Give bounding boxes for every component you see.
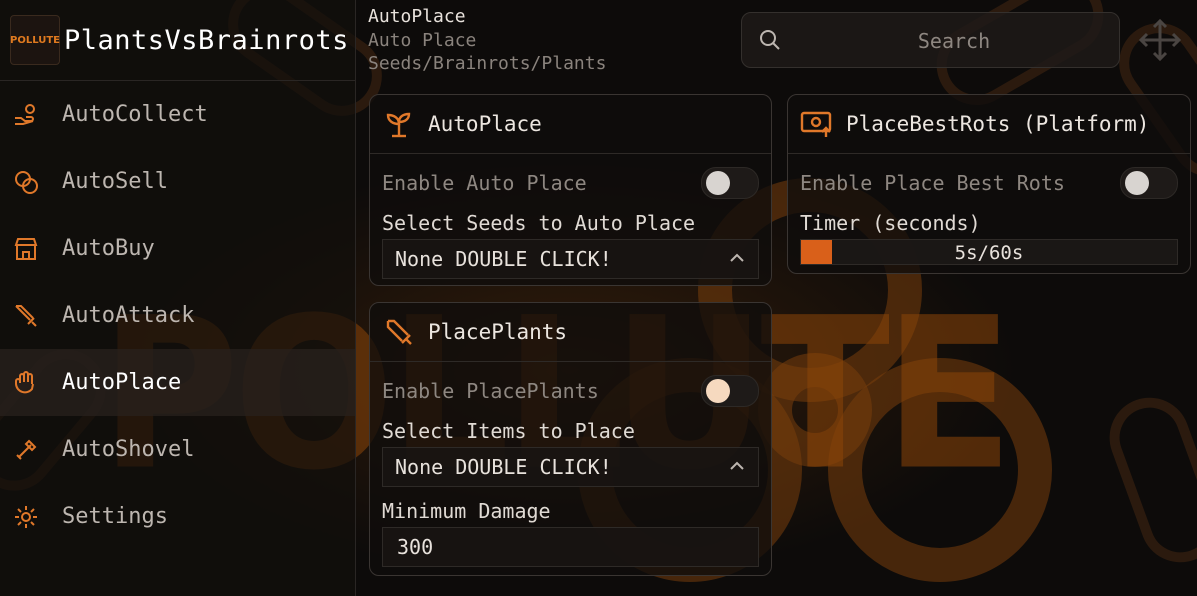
sidebar-item-label: AutoSell bbox=[62, 169, 168, 194]
dropdown-value: None DOUBLE CLICK! bbox=[395, 247, 612, 271]
enable-auto-place-label: Enable Auto Place bbox=[382, 171, 587, 195]
card-title: AutoPlace bbox=[428, 112, 542, 136]
autoplace-card: AutoPlace Enable Auto Place Select Seeds… bbox=[369, 94, 772, 286]
sidebar-item-label: AutoBuy bbox=[62, 236, 155, 261]
hand-icon bbox=[12, 369, 40, 397]
sidebar-item-label: AutoCollect bbox=[62, 102, 208, 127]
placeplants-card: PlacePlants Enable PlacePlants Select It… bbox=[369, 302, 772, 576]
sidebar-item-autoshovel[interactable]: AutoShovel bbox=[0, 416, 355, 483]
sword-icon bbox=[382, 315, 416, 349]
sidebar-nav: AutoCollect AutoSell AutoBuy AutoAttack … bbox=[0, 81, 355, 550]
sidebar-item-label: AutoAttack bbox=[62, 303, 195, 328]
card-header: PlacePlants bbox=[370, 303, 771, 362]
select-seeds-dropdown[interactable]: None DOUBLE CLICK! bbox=[382, 239, 759, 279]
card-header: AutoPlace bbox=[370, 95, 771, 154]
sidebar-item-autobuy[interactable]: AutoBuy bbox=[0, 215, 355, 282]
app-title: PlantsVsBrainrots bbox=[64, 24, 349, 56]
sprout-icon bbox=[382, 107, 416, 141]
move-icon[interactable] bbox=[1138, 18, 1182, 66]
page-description: Seeds/Brainrots/Plants bbox=[368, 53, 607, 74]
card-title: PlaceBestRots (Platform) bbox=[846, 112, 1150, 136]
enable-place-best-rots-toggle[interactable] bbox=[1120, 167, 1178, 199]
card-title: PlacePlants bbox=[428, 320, 568, 344]
store-icon bbox=[12, 235, 40, 263]
toggle-knob bbox=[706, 379, 730, 403]
sidebar-item-label: AutoPlace bbox=[62, 370, 182, 395]
toggle-knob bbox=[706, 171, 730, 195]
app-logo: POLLUTE bbox=[10, 15, 60, 65]
enable-placeplants-toggle[interactable] bbox=[701, 375, 759, 407]
select-seeds-label: Select Seeds to Auto Place bbox=[382, 211, 696, 235]
money-upload-icon bbox=[800, 107, 834, 141]
placebestrots-card: PlaceBestRots (Platform) Enable Place Be… bbox=[787, 94, 1191, 274]
content-header: AutoPlace Auto Place Seeds/Brainrots/Pla… bbox=[356, 0, 1197, 80]
sidebar-item-autoplace[interactable]: AutoPlace bbox=[0, 349, 355, 416]
coins-icon bbox=[12, 168, 40, 196]
select-items-label: Select Items to Place bbox=[382, 419, 635, 443]
sidebar-item-autocollect[interactable]: AutoCollect bbox=[0, 81, 355, 148]
minimum-damage-label: Minimum Damage bbox=[382, 499, 551, 523]
enable-auto-place-toggle[interactable] bbox=[701, 167, 759, 199]
timer-label: Timer (seconds) bbox=[800, 211, 981, 235]
gear-icon bbox=[12, 503, 40, 531]
shovel-icon bbox=[12, 436, 40, 464]
card-header: PlaceBestRots (Platform) bbox=[788, 95, 1190, 154]
slider-value: 5s/60s bbox=[954, 242, 1024, 264]
dropdown-value: None DOUBLE CLICK! bbox=[395, 455, 612, 479]
minimum-damage-field[interactable] bbox=[382, 527, 759, 567]
sidebar-item-autoattack[interactable]: AutoAttack bbox=[0, 282, 355, 349]
sidebar-item-settings[interactable]: Settings bbox=[0, 483, 355, 550]
toggle-knob bbox=[1125, 171, 1149, 195]
chevron-up-icon bbox=[728, 249, 746, 271]
minimum-damage-input[interactable] bbox=[383, 528, 758, 566]
search-box[interactable] bbox=[741, 12, 1120, 69]
hand-coins-icon bbox=[12, 101, 40, 129]
enable-place-best-rots-label: Enable Place Best Rots bbox=[800, 171, 1065, 195]
sidebar: POLLUTE PlantsVsBrainrots AutoCollect Au… bbox=[0, 0, 356, 596]
search-icon bbox=[758, 28, 782, 56]
enable-placeplants-label: Enable PlacePlants bbox=[382, 379, 599, 403]
timer-slider[interactable]: 5s/60s bbox=[800, 239, 1178, 265]
select-items-dropdown[interactable]: None DOUBLE CLICK! bbox=[382, 447, 759, 487]
brand-header: POLLUTE PlantsVsBrainrots bbox=[0, 0, 355, 81]
sword-icon bbox=[12, 302, 40, 330]
sidebar-item-autosell[interactable]: AutoSell bbox=[0, 148, 355, 215]
sidebar-item-label: AutoShovel bbox=[62, 437, 195, 462]
page-title: AutoPlace bbox=[368, 6, 466, 27]
chevron-up-icon bbox=[728, 457, 746, 479]
page-subtitle: Auto Place bbox=[368, 30, 477, 51]
search-input[interactable] bbox=[802, 13, 1106, 69]
sidebar-item-label: Settings bbox=[62, 504, 168, 529]
